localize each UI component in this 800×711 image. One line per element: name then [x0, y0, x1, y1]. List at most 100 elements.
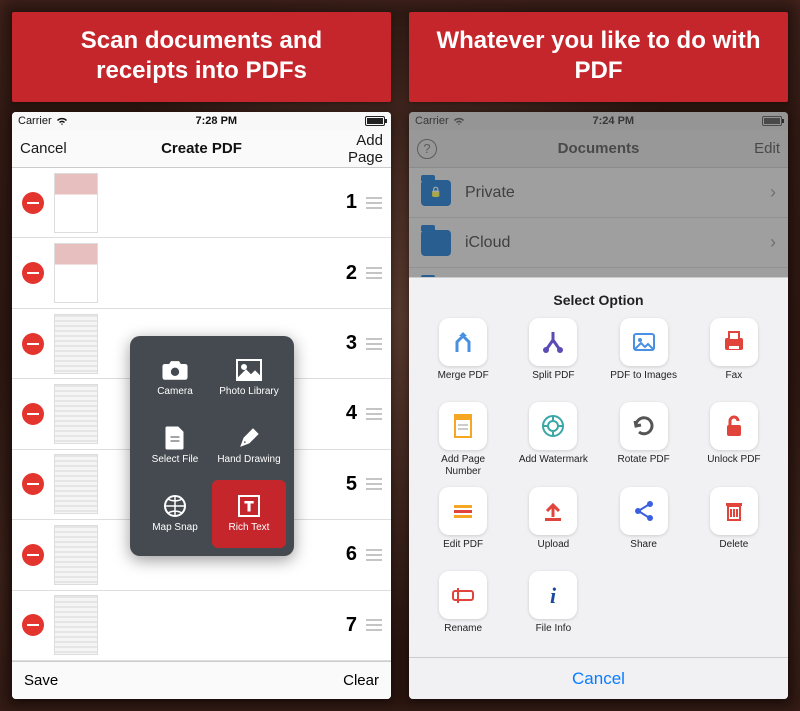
- rich-text-icon: T: [236, 495, 262, 517]
- camera-icon: [162, 359, 188, 381]
- add-page-button[interactable]: Add Page: [319, 132, 391, 166]
- merge-icon: [439, 318, 487, 366]
- option-add-page-number[interactable]: Add Page Number: [421, 402, 505, 477]
- option-label: Split PDF: [532, 370, 574, 392]
- delete-row-button[interactable]: [22, 262, 44, 284]
- menu-item-label: Hand Drawing: [217, 454, 280, 465]
- sheet-cancel-button[interactable]: Cancel: [409, 657, 788, 699]
- add-source-menu: Camera Photo Library Select File Hand Drawi…: [130, 336, 294, 556]
- option-label: Rename: [444, 623, 482, 645]
- page-number: 7: [98, 614, 367, 637]
- option-label: Fax: [726, 370, 743, 392]
- bottom-bar: Save Clear: [12, 661, 391, 699]
- option-label: Add Page Number: [441, 454, 485, 477]
- page-row[interactable]: 1: [12, 168, 391, 238]
- right-banner: Whatever you like to do with PDF: [409, 12, 788, 102]
- option-rotate-pdf[interactable]: Rotate PDF: [602, 402, 686, 477]
- sheet-title: Select Option: [417, 286, 780, 318]
- option-fax[interactable]: Fax: [692, 318, 776, 392]
- delete-row-button[interactable]: [22, 192, 44, 214]
- option-edit-pdf[interactable]: Edit PDF: [421, 487, 505, 561]
- drag-handle-icon[interactable]: [367, 408, 391, 420]
- delete-icon: [710, 487, 758, 535]
- delete-row-button[interactable]: [22, 333, 44, 355]
- menu-item-label: Map Snap: [152, 522, 198, 533]
- drag-handle-icon[interactable]: [367, 267, 391, 279]
- menu-item-label: Rich Text: [229, 522, 270, 533]
- watermark-icon: [529, 402, 577, 450]
- delete-row-button[interactable]: [22, 473, 44, 495]
- carrier-label: Carrier: [18, 115, 52, 127]
- page-thumbnail[interactable]: [54, 525, 98, 585]
- option-label: Upload: [538, 539, 570, 561]
- rename-icon: [439, 571, 487, 619]
- page-thumbnail[interactable]: [54, 384, 98, 444]
- wifi-icon: [56, 116, 68, 126]
- option-label: Unlock PDF: [707, 454, 760, 476]
- info-icon: i: [529, 571, 577, 619]
- menu-item-map-snap[interactable]: Map Snap: [138, 480, 212, 548]
- drag-handle-icon[interactable]: [367, 619, 391, 631]
- drag-handle-icon[interactable]: [367, 197, 391, 209]
- page-thumbnail[interactable]: [54, 314, 98, 374]
- cancel-button[interactable]: Cancel: [12, 140, 84, 157]
- pdf-image-icon: [620, 318, 668, 366]
- menu-item-camera[interactable]: Camera: [138, 344, 212, 412]
- page-row[interactable]: 7: [12, 591, 391, 661]
- menu-item-select-file[interactable]: Select File: [138, 412, 212, 480]
- option-delete[interactable]: Delete: [692, 487, 776, 561]
- option-share[interactable]: Share: [602, 487, 686, 561]
- menu-item-rich-text[interactable]: T Rich Text: [212, 480, 286, 548]
- fax-icon: [710, 318, 758, 366]
- page-thumbnail[interactable]: [54, 243, 98, 303]
- document-icon: [162, 427, 188, 449]
- page-number: 1: [98, 191, 367, 214]
- page-list: 1 2 3 4 5 6 7 CameraPhoto LibrarySelect …: [12, 168, 391, 661]
- page-row[interactable]: 2: [12, 238, 391, 308]
- option-add-watermark[interactable]: Add Watermark: [511, 402, 595, 477]
- menu-item-photo-library[interactable]: Photo Library: [212, 344, 286, 412]
- nav-bar: Cancel Create PDF Add Page: [12, 130, 391, 168]
- svg-text:i: i: [550, 583, 557, 608]
- option-unlock-pdf[interactable]: Unlock PDF: [692, 402, 776, 477]
- page-thumbnail[interactable]: [54, 454, 98, 514]
- photo-library-icon: [236, 359, 262, 381]
- option-label: Merge PDF: [438, 370, 489, 392]
- save-button[interactable]: Save: [24, 672, 58, 689]
- menu-item-label: Select File: [152, 454, 199, 465]
- svg-text:T: T: [245, 498, 254, 514]
- option-label: PDF to Images: [610, 370, 677, 392]
- globe-icon: [162, 495, 188, 517]
- option-split-pdf[interactable]: Split PDF: [511, 318, 595, 392]
- rotate-icon: [620, 402, 668, 450]
- page-thumbnail[interactable]: [54, 173, 98, 233]
- option-rename[interactable]: Rename: [421, 571, 505, 645]
- option-pdf-to-images[interactable]: PDF to Images: [602, 318, 686, 392]
- battery-icon: [365, 116, 385, 126]
- menu-item-hand-drawing[interactable]: Hand Drawing: [212, 412, 286, 480]
- drag-handle-icon[interactable]: [367, 338, 391, 350]
- drag-handle-icon[interactable]: [367, 478, 391, 490]
- unlock-icon: [710, 402, 758, 450]
- action-sheet: Select Option Merge PDF Split PDF PDF to…: [409, 277, 788, 699]
- delete-row-button[interactable]: [22, 403, 44, 425]
- delete-row-button[interactable]: [22, 544, 44, 566]
- split-icon: [529, 318, 577, 366]
- share-icon: [620, 487, 668, 535]
- left-banner: Scan documents and receipts into PDFs: [12, 12, 391, 102]
- status-time: 7:28 PM: [68, 115, 365, 127]
- status-bar: Carrier 7:28 PM: [12, 112, 391, 130]
- delete-row-button[interactable]: [22, 614, 44, 636]
- option-label: Add Watermark: [519, 454, 588, 476]
- menu-item-label: Photo Library: [219, 386, 278, 397]
- option-file-info[interactable]: i File Info: [511, 571, 595, 645]
- edit-pdf-icon: [439, 487, 487, 535]
- option-label: Edit PDF: [443, 539, 483, 561]
- page-thumbnail[interactable]: [54, 595, 98, 655]
- drag-handle-icon[interactable]: [367, 549, 391, 561]
- option-merge-pdf[interactable]: Merge PDF: [421, 318, 505, 392]
- left-phone: Carrier 7:28 PM Cancel Create PDF Add Pa…: [12, 112, 391, 699]
- option-upload[interactable]: Upload: [511, 487, 595, 561]
- clear-button[interactable]: Clear: [343, 672, 379, 689]
- right-phone: Carrier 7:24 PM ? Documents Edit Private…: [409, 112, 788, 699]
